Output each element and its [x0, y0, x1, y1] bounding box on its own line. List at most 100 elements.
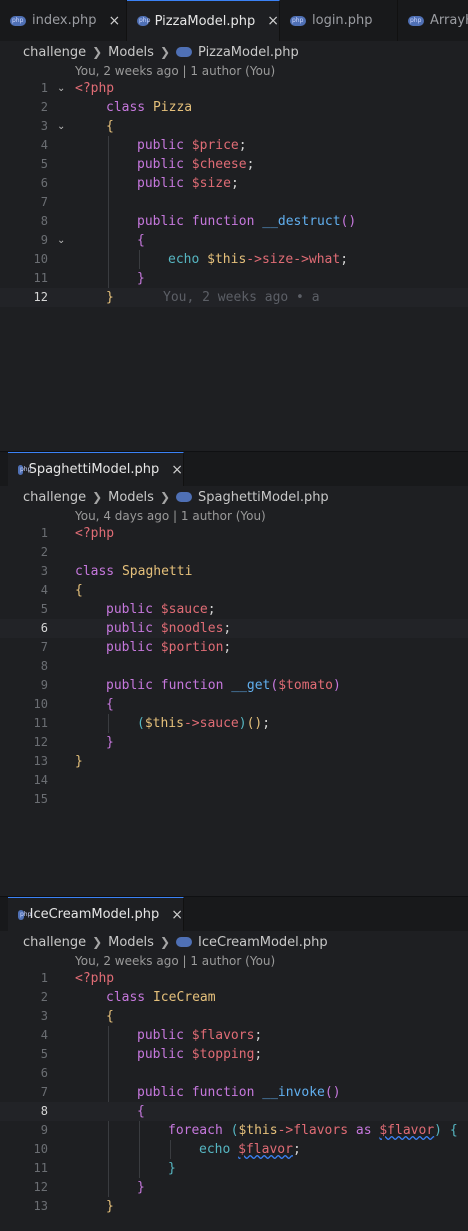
code-line[interactable]: 9 public function __get($tomato)	[0, 676, 468, 695]
editor-group-icecream: IceCreamModel.php × challenge ❯ Models ❯…	[0, 897, 468, 1231]
code-text: }	[106, 735, 114, 750]
code-line-current[interactable]: 12 } You, 2 weeks ago • a	[0, 288, 468, 307]
code-line[interactable]: 12 }	[0, 1178, 468, 1197]
close-icon[interactable]: ×	[171, 462, 183, 478]
fold-chevron-icon[interactable]: ⌄	[57, 117, 65, 136]
breadcrumb-folder[interactable]: challenge	[23, 490, 86, 505]
code-text: foreach ($this->flavors as $flavor) {	[168, 1123, 458, 1138]
code-line[interactable]: 4 {	[0, 581, 468, 600]
tab-bar: IceCreamModel.php ×	[0, 897, 468, 931]
variable: $this	[207, 252, 247, 267]
code-line[interactable]: 13 }	[0, 752, 468, 771]
code-line[interactable]: 3 class Spaghetti	[0, 562, 468, 581]
keyword: public	[137, 138, 184, 153]
code-line[interactable]: 5 public $topping;	[0, 1045, 468, 1064]
code-line[interactable]: 14	[0, 771, 468, 790]
code-text: public function __destruct()	[137, 214, 357, 229]
code-text: public function __invoke()	[137, 1085, 341, 1100]
breadcrumb-file[interactable]: IceCreamModel.php	[198, 935, 328, 950]
fold-chevron-icon[interactable]: ⌄	[57, 231, 65, 250]
tab-login-php[interactable]: login.php	[280, 0, 398, 41]
line-number: 13	[33, 754, 48, 768]
class-name: Spaghetti	[121, 564, 193, 579]
line-number: 12	[33, 735, 48, 749]
code-line[interactable]: 7 public $portion;	[0, 638, 468, 657]
breadcrumb-file[interactable]: PizzaModel.php	[198, 45, 299, 60]
code-line[interactable]: 1 ⌄ <?php	[0, 79, 468, 98]
code-line[interactable]: 9 foreach ($this->flavors as $flavor) {	[0, 1121, 468, 1140]
close-icon[interactable]: ×	[108, 13, 120, 29]
blame-header[interactable]: You, 2 weeks ago | 1 author (You)	[75, 64, 275, 78]
property: what	[308, 252, 341, 267]
close-icon[interactable]: ×	[267, 13, 279, 29]
breadcrumb: challenge ❯ Models ❯ IceCreamModel.php	[23, 932, 328, 952]
line-number: 8	[40, 1104, 48, 1118]
line-number: 5	[40, 1047, 48, 1061]
line-number: 11	[33, 716, 48, 730]
code-line[interactable]: 9 ⌄ {	[0, 231, 468, 250]
code-line[interactable]: 15	[0, 790, 468, 809]
code-line[interactable]: 10 echo $flavor;	[0, 1140, 468, 1159]
fold-chevron-icon[interactable]: ⌄	[57, 79, 65, 98]
keyword: class	[106, 990, 146, 1005]
code-line[interactable]: 1 <?php	[0, 969, 468, 988]
code-line[interactable]: 10 echo $this->size->what;	[0, 250, 468, 269]
code-line[interactable]: 7 public function __invoke()	[0, 1083, 468, 1102]
code-text: public $cheese;	[137, 157, 255, 172]
chevron-right-icon: ❯	[159, 490, 171, 504]
blame-header[interactable]: You, 4 days ago | 1 author (You)	[75, 509, 266, 523]
line-number: 2	[40, 100, 48, 114]
code-text: }	[168, 1161, 176, 1176]
breadcrumb-folder[interactable]: challenge	[23, 45, 86, 60]
tab-spaghettimodel-php[interactable]: SpaghettiModel.php ×	[8, 452, 184, 486]
line-number: 6	[40, 1066, 48, 1080]
line-number: 1	[40, 526, 48, 540]
code-line[interactable]: 6 public $size;	[0, 174, 468, 193]
code-line[interactable]: 5 public $cheese;	[0, 155, 468, 174]
code-text: {	[137, 1104, 145, 1119]
code-line[interactable]: 10 {	[0, 695, 468, 714]
variable: $this	[144, 716, 184, 731]
code-line[interactable]: 11 }	[0, 269, 468, 288]
tab-index-php[interactable]: index.php ×	[0, 0, 127, 41]
code-line-current[interactable]: 8 {	[0, 1102, 468, 1121]
code-line[interactable]: 5 public $sauce;	[0, 600, 468, 619]
code-line[interactable]: 8 public function __destruct()	[0, 212, 468, 231]
function-name: __destruct	[262, 214, 341, 229]
breadcrumb-folder[interactable]: challenge	[23, 935, 86, 950]
close-icon[interactable]: ×	[171, 907, 183, 923]
variable: $noodles	[160, 621, 224, 636]
tab-icecreammodel-php[interactable]: IceCreamModel.php ×	[8, 897, 184, 931]
code-line-current[interactable]: 6 public $noodles;	[0, 619, 468, 638]
code-line[interactable]: 6	[0, 1064, 468, 1083]
code-line[interactable]: 2 class Pizza	[0, 98, 468, 117]
code-line[interactable]: 3 {	[0, 1007, 468, 1026]
breadcrumb-folder[interactable]: Models	[108, 490, 154, 505]
blame-header[interactable]: You, 2 weeks ago | 1 author (You)	[75, 954, 275, 968]
line-number: 11	[33, 271, 48, 285]
code-text: }	[137, 271, 145, 286]
keyword: public	[106, 602, 153, 617]
code-text: echo $flavor;	[199, 1142, 301, 1157]
code-line[interactable]: 7	[0, 193, 468, 212]
code-line[interactable]: 4 public $flavors;	[0, 1026, 468, 1045]
tab-label: IceCreamModel.php	[29, 907, 160, 922]
code-line[interactable]: 2 class IceCream	[0, 988, 468, 1007]
variable: $price	[191, 138, 239, 153]
breadcrumb-file[interactable]: SpaghettiModel.php	[198, 490, 329, 505]
code-line[interactable]: 1 <?php	[0, 524, 468, 543]
tab-pizzamodel-php[interactable]: PizzaModel.php ×	[127, 0, 280, 41]
code-line[interactable]: 11 }	[0, 1159, 468, 1178]
code-line[interactable]: 12 }	[0, 733, 468, 752]
breadcrumb-folder[interactable]: Models	[108, 935, 154, 950]
code-line[interactable]: 2	[0, 543, 468, 562]
code-line[interactable]: 13 }	[0, 1197, 468, 1216]
code-line[interactable]: 11 ($this->sauce)();	[0, 714, 468, 733]
code-line[interactable]: 4 public $price;	[0, 136, 468, 155]
code-text: ($this->sauce)();	[137, 716, 271, 731]
breadcrumb-folder[interactable]: Models	[108, 45, 154, 60]
php-file-icon	[290, 15, 306, 26]
code-line[interactable]: 8	[0, 657, 468, 676]
tab-arrayh[interactable]: ArrayH	[398, 0, 468, 41]
code-line[interactable]: 3 ⌄ {	[0, 117, 468, 136]
